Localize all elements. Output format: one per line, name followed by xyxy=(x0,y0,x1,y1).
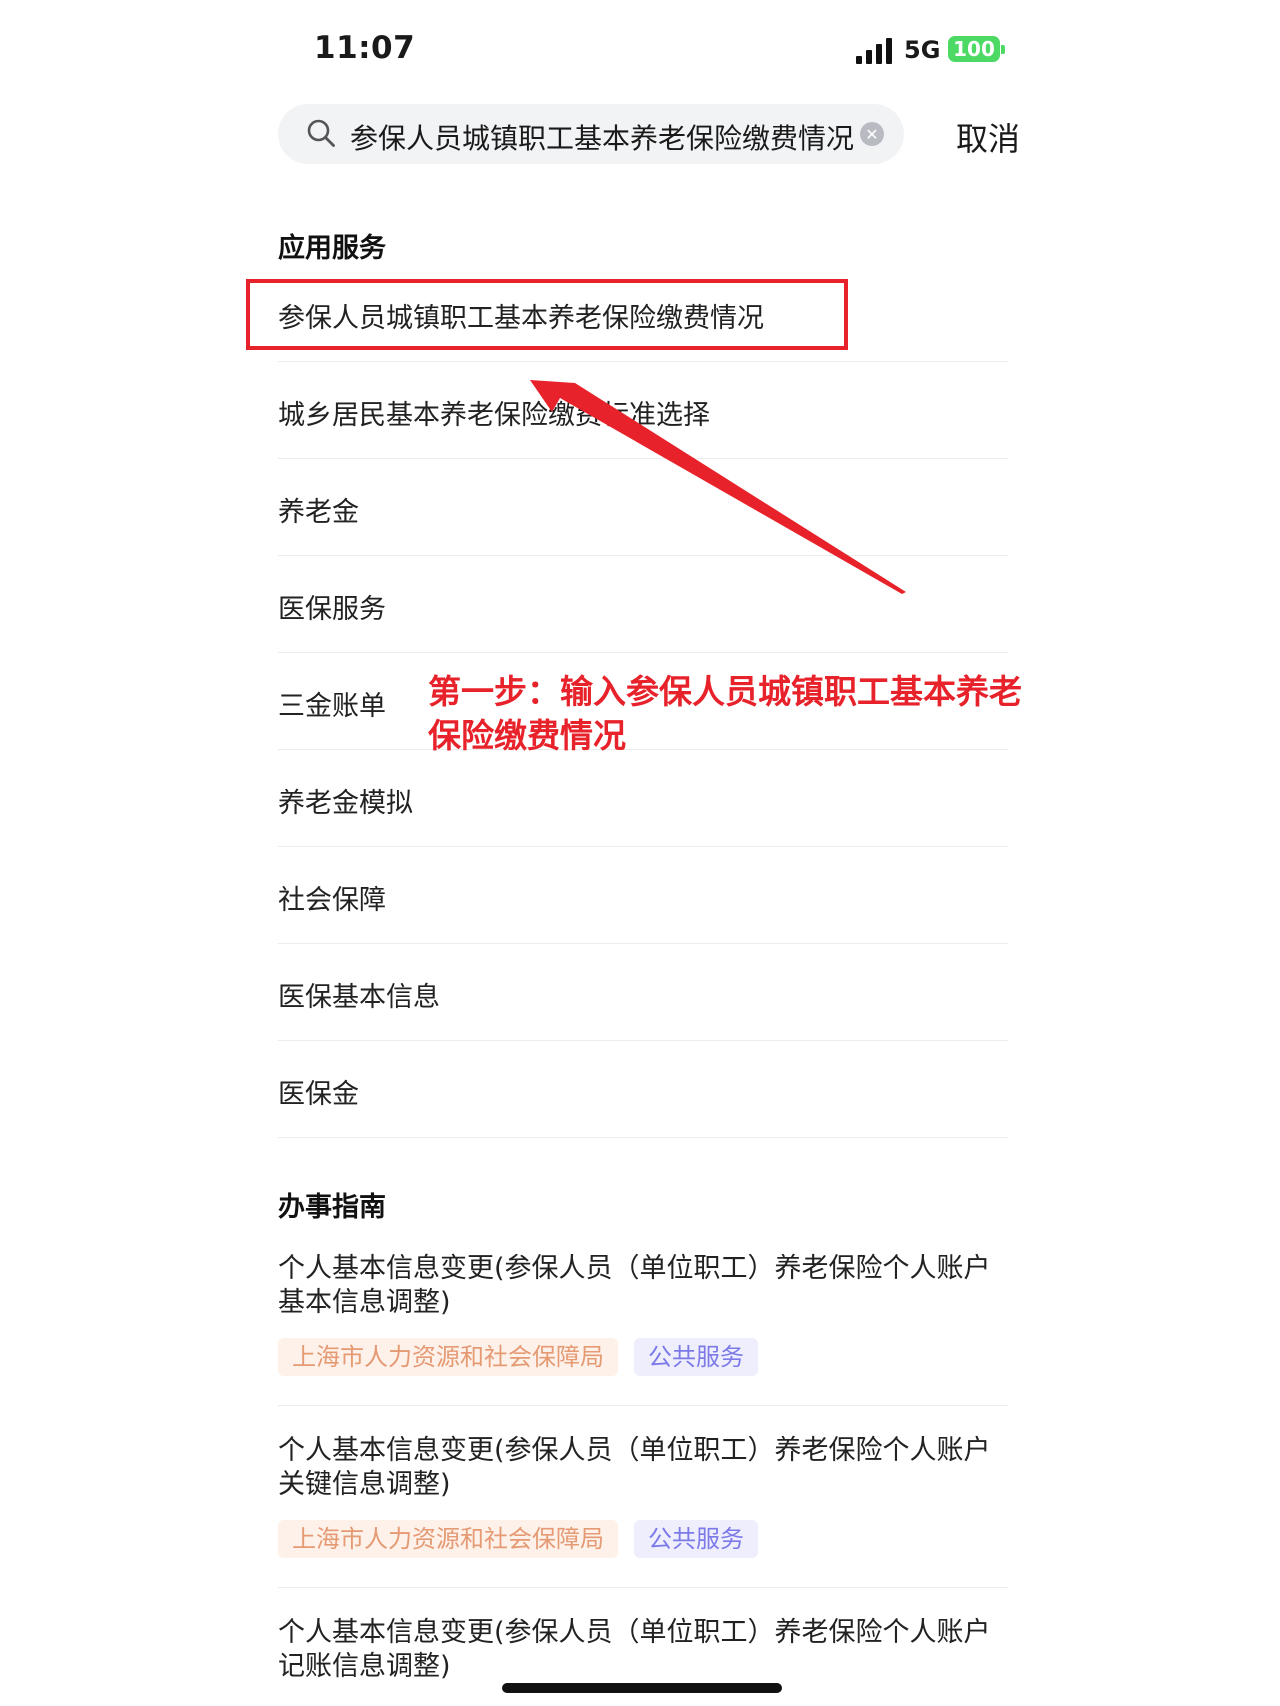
guide-title[interactable]: 个人基本信息变更(参保人员（单位职工）养老保险个人账户基本信息调整) xyxy=(278,1252,1008,1320)
guide-tags: 上海市人力资源和社会保障局 公共服务 xyxy=(278,1338,758,1376)
section-title-guides: 办事指南 xyxy=(278,1192,386,1223)
annotation-text: 第一步：输入参保人员城镇职工基本养老保险缴费情况 xyxy=(428,672,1022,755)
divider xyxy=(278,1587,1008,1588)
service-badge: 公共服务 xyxy=(634,1338,758,1376)
service-badge: 公共服务 xyxy=(634,1520,758,1558)
guide-tags: 上海市人力资源和社会保障局 公共服务 xyxy=(278,1520,758,1558)
guide-title[interactable]: 个人基本信息变更(参保人员（单位职工）养老保险个人账户记账信息调整) xyxy=(278,1616,1008,1684)
guide-title[interactable]: 个人基本信息变更(参保人员（单位职工）养老保险个人账户关键信息调整) xyxy=(278,1434,1008,1502)
divider xyxy=(278,1405,1008,1406)
home-indicator xyxy=(502,1683,782,1693)
org-badge: 上海市人力资源和社会保障局 xyxy=(278,1338,618,1376)
org-badge: 上海市人力资源和社会保障局 xyxy=(278,1520,618,1558)
